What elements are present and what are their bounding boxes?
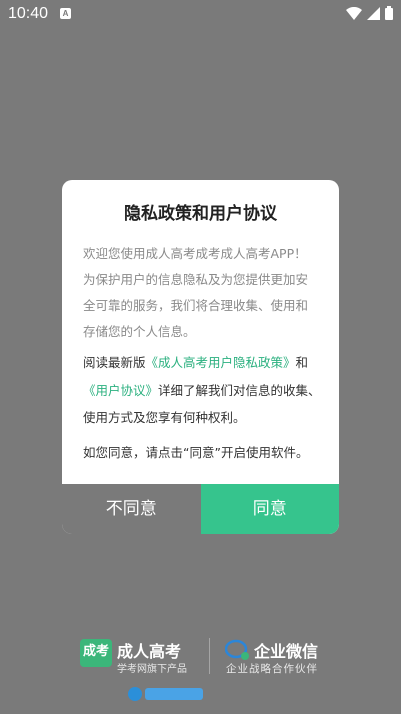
status-bar: 10:40 A xyxy=(0,0,401,28)
chengkao-logo-icon: 成考 xyxy=(80,639,112,667)
dialog-title: 隐私政策和用户协议 xyxy=(124,204,277,224)
divider xyxy=(209,638,210,674)
privacy-dialog: 隐私政策和用户协议 欢迎您使用成人高考成考成人高考APP！为保护用户的信息隐私及… xyxy=(62,180,339,534)
wecom-logo-icon xyxy=(225,639,249,660)
disagree-button[interactable]: 不同意 xyxy=(62,484,201,534)
footer-branding: 成考 成人高考 学考网旗下产品 企业微信 企业战略合作伙伴 xyxy=(0,630,401,714)
status-time: 10:40 xyxy=(8,5,49,22)
brand-a-subtitle: 学考网旗下产品 xyxy=(117,664,187,675)
policy-and: 和 xyxy=(295,355,309,370)
battery-icon xyxy=(385,6,393,20)
brand-b-name: 企业微信 xyxy=(254,642,319,661)
watermark-logo-icon xyxy=(128,687,203,701)
dialog-policy-text: 阅读最新版《成人高考用户隐私政策》和 《用户协议》详细了解我们对信息的收集、使用方… xyxy=(83,349,323,432)
dialog-intro-text: 欢迎您使用成人高考成考成人高考APP！为保护用户的信息隐私及为您提供更加安全可靠… xyxy=(83,246,309,339)
brand-a-name: 成人高考 xyxy=(117,642,182,661)
user-agreement-link[interactable]: 《用户协议》 xyxy=(83,383,158,398)
policy-prefix: 阅读最新版 xyxy=(83,355,146,370)
signal-icon xyxy=(367,6,380,20)
agree-button[interactable]: 同意 xyxy=(200,484,339,534)
brand-b-subtitle: 企业战略合作伙伴 xyxy=(226,663,318,675)
status-icons xyxy=(346,6,393,20)
privacy-policy-link[interactable]: 《成人高考用户隐私政策》 xyxy=(146,355,296,370)
dialog-consent-text: 如您同意，请点击“同意”开启使用软件。 xyxy=(83,445,309,460)
notification-icon: A xyxy=(60,8,71,19)
wifi-icon xyxy=(346,6,362,20)
